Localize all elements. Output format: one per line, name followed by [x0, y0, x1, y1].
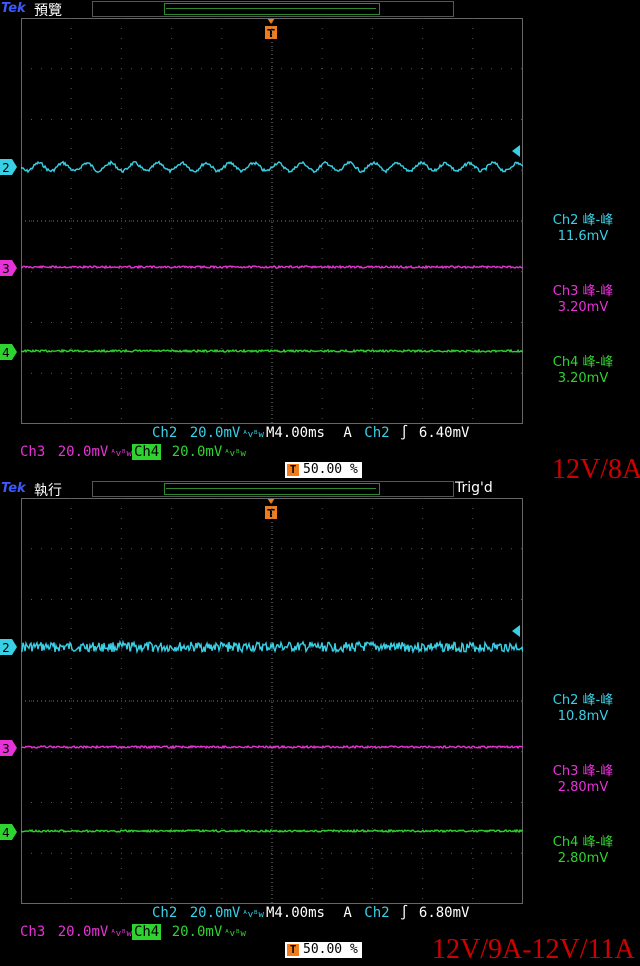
ch3-measurement: Ch3 峰-峰 3.20mV [528, 284, 638, 316]
ch2-marker-icon[interactable]: 2 [0, 158, 18, 176]
acq-mode: A [343, 905, 352, 921]
status-row-2: Ch3 20.0mV ᴬᴠᴮᴡ Ch4 20.0mV ᴬᴠᴮᴡ [18, 924, 246, 942]
trigger-source[interactable]: Ch2 [362, 905, 391, 921]
ch3-status-label[interactable]: Ch3 [18, 924, 47, 940]
ch3-status-label[interactable]: Ch3 [18, 444, 47, 460]
trigger-position-readout[interactable]: T 50.00 % [285, 942, 362, 958]
scope-panel-2: Tek 執行 Trig'd T 2 3 4 Ch2 峰-峰 10.8mV Ch3… [0, 480, 640, 965]
ch4-marker-icon[interactable]: 4 [0, 343, 18, 361]
ch4-trace [21, 348, 523, 354]
bw-limit-icon: ᴬᴠᴮᴡ [242, 910, 264, 920]
ch2-marker-icon[interactable]: 2 [0, 638, 18, 656]
waveform-graticule [21, 498, 523, 904]
bw-limit-icon: ᴬᴠᴮᴡ [242, 430, 264, 440]
ch4-marker-icon[interactable]: 4 [0, 823, 18, 841]
trigger-source[interactable]: Ch2 [362, 425, 391, 441]
ch4-marker-label: 4 [2, 346, 10, 360]
measurement-name: Ch3 峰-峰 [552, 764, 614, 779]
trigger-position-value: 50.00 % [303, 942, 358, 957]
ch4-status-label[interactable]: Ch4 [131, 444, 162, 460]
measurement-name: Ch2 峰-峰 [552, 213, 614, 228]
top-bar: Tek 預覽 [0, 0, 640, 19]
bw-limit-icon: ᴬᴠᴮᴡ [224, 929, 246, 939]
timebase[interactable]: M4.00ms [264, 905, 327, 921]
status-row-2: Ch3 20.0mV ᴬᴠᴮᴡ Ch4 20.0mV ᴬᴠᴮᴡ [18, 444, 246, 462]
top-bar: Tek 執行 Trig'd [0, 480, 640, 499]
ch2-marker-label: 2 [2, 161, 10, 175]
acquisition-mode: 執行 [34, 483, 62, 499]
measurement-value: 3.20mV [557, 371, 609, 386]
ch3-marker-icon[interactable]: 3 [0, 739, 18, 757]
timebase[interactable]: M4.00ms [264, 425, 327, 441]
ch2-scale[interactable]: 20.0mV [188, 425, 243, 441]
ch3-marker-label: 3 [2, 742, 10, 756]
record-window [164, 3, 380, 15]
ch3-marker-label: 3 [2, 262, 10, 276]
measurement-name: Ch4 峰-峰 [552, 835, 614, 850]
trigger-level[interactable]: 6.80mV [417, 905, 472, 921]
status-row-1: Ch2 20.0mV ᴬᴠᴮᴡ M4.00ms A Ch2 ∫ 6.40mV [150, 425, 471, 443]
status-row-1: Ch2 20.0mV ᴬᴠᴮᴡ M4.00ms A Ch2 ∫ 6.80mV [150, 905, 471, 923]
ch3-trace [21, 744, 523, 750]
trigger-state: Trig'd [455, 480, 493, 496]
acquisition-mode: 預覽 [34, 3, 62, 19]
acq-mode: A [343, 425, 352, 441]
measurement-value: 10.8mV [557, 709, 609, 724]
measurement-name: Ch2 峰-峰 [552, 693, 614, 708]
ch4-scale[interactable]: 20.0mV [170, 444, 225, 460]
bw-limit-icon: ᴬᴠᴮᴡ [110, 929, 132, 939]
ch3-marker-icon[interactable]: 3 [0, 259, 18, 277]
waveform-graticule [21, 18, 523, 424]
ch2-scale[interactable]: 20.0mV [188, 905, 243, 921]
brand-logo: Tek [1, 1, 26, 16]
measurement-value: 3.20mV [557, 300, 609, 315]
scope-panel-1: Tek 預覽 T 2 3 4 Ch2 峰-峰 11.6mV Ch3 峰-峰 3.… [0, 0, 640, 485]
trigger-level-icon[interactable] [511, 144, 521, 158]
bw-limit-icon: ᴬᴠᴮᴡ [224, 449, 246, 459]
measurement-name: Ch4 峰-峰 [552, 355, 614, 370]
record-window [164, 483, 380, 495]
trigger-icon: T [287, 464, 299, 476]
ch2-measurement: Ch2 峰-峰 10.8mV [528, 693, 638, 725]
measurement-value: 2.80mV [557, 851, 609, 866]
trigger-icon: T [287, 944, 299, 956]
rising-edge-icon: ∫ [400, 425, 409, 441]
rising-edge-icon: ∫ [400, 905, 409, 921]
trigger-level-icon[interactable] [511, 624, 521, 638]
trigger-position-readout[interactable]: T 50.00 % [285, 462, 362, 478]
ch2-measurement: Ch2 峰-峰 11.6mV [528, 213, 638, 245]
ch4-measurement: Ch4 峰-峰 2.80mV [528, 835, 638, 867]
ch4-measurement: Ch4 峰-峰 3.20mV [528, 355, 638, 387]
ch2-status-label[interactable]: Ch2 [150, 905, 179, 921]
ch2-marker-label: 2 [2, 641, 10, 655]
measurement-name: Ch3 峰-峰 [552, 284, 614, 299]
caption: 12V/9A-12V/11A [432, 934, 635, 965]
ch2-status-label[interactable]: Ch2 [150, 425, 179, 441]
ch4-trace [21, 828, 523, 834]
ch3-measurement: Ch3 峰-峰 2.80mV [528, 764, 638, 796]
ch4-status-label[interactable]: Ch4 [131, 924, 162, 940]
bw-limit-icon: ᴬᴠᴮᴡ [110, 449, 132, 459]
ch4-scale[interactable]: 20.0mV [170, 924, 225, 940]
record-line [166, 488, 376, 489]
trigger-position-value: 50.00 % [303, 462, 358, 477]
measurement-value: 2.80mV [557, 780, 609, 795]
record-line [166, 8, 376, 9]
ch4-marker-label: 4 [2, 826, 10, 840]
ch3-scale[interactable]: 20.0mV [56, 924, 111, 940]
trigger-level[interactable]: 6.40mV [417, 425, 472, 441]
ch3-scale[interactable]: 20.0mV [56, 444, 111, 460]
measurement-value: 11.6mV [557, 229, 609, 244]
brand-logo: Tek [1, 481, 26, 496]
